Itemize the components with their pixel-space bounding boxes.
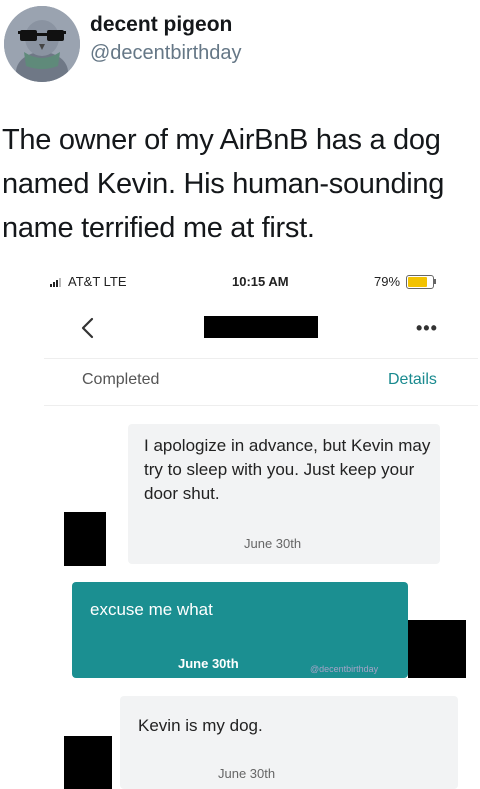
- redacted-host-avatar: [64, 736, 112, 789]
- battery-fill: [408, 277, 427, 287]
- details-link[interactable]: Details: [388, 371, 437, 389]
- pigeon-icon: [4, 6, 80, 82]
- more-dots-icon[interactable]: •••: [416, 318, 438, 339]
- message-bubble-incoming[interactable]: I apologize in advance, but Kevin may tr…: [128, 424, 440, 564]
- carrier-label: AT&T LTE: [68, 274, 127, 289]
- chevron-left-icon[interactable]: [76, 314, 100, 342]
- message-date: June 30th: [178, 656, 239, 671]
- message-text: excuse me what: [90, 600, 213, 619]
- avatar[interactable]: [4, 6, 80, 82]
- message-date: June 30th: [218, 766, 276, 781]
- message-text: I apologize in advance, but Kevin may tr…: [144, 436, 431, 503]
- message-thread[interactable]: I apologize in advance, but Kevin may tr…: [44, 406, 478, 789]
- battery-percentage: 79%: [374, 274, 401, 289]
- user-handle[interactable]: @decentbirthday: [90, 42, 242, 65]
- battery-tip: [434, 279, 436, 284]
- redacted-guest-avatar: [408, 620, 466, 678]
- battery-icon: [406, 275, 434, 289]
- reservation-status-row: Completed Details: [44, 358, 478, 406]
- status-bar: AT&T LTE 10:15 AM 79%: [44, 266, 478, 298]
- reservation-status: Completed: [82, 371, 160, 388]
- signal-icon: [50, 278, 61, 287]
- message-text: Kevin is my dog.: [138, 716, 263, 735]
- message-bubble-incoming[interactable]: Kevin is my dog. June 30th: [120, 696, 458, 789]
- watermark: @decentbirthday: [310, 664, 379, 674]
- embedded-phone-screenshot: AT&T LTE 10:15 AM 79% ••• Completed Deta…: [44, 266, 478, 789]
- clock: 10:15 AM: [232, 274, 289, 289]
- redacted-host-avatar: [64, 512, 106, 566]
- redacted-conversation-title: [204, 316, 318, 338]
- nav-bar: •••: [44, 302, 478, 358]
- message-date: June 30th: [244, 536, 302, 551]
- tweet-text: The owner of my AirBnB has a dog named K…: [2, 124, 445, 244]
- display-name[interactable]: decent pigeon: [90, 13, 232, 37]
- tweet-header: decent pigeon @decentbirthday: [0, 0, 480, 96]
